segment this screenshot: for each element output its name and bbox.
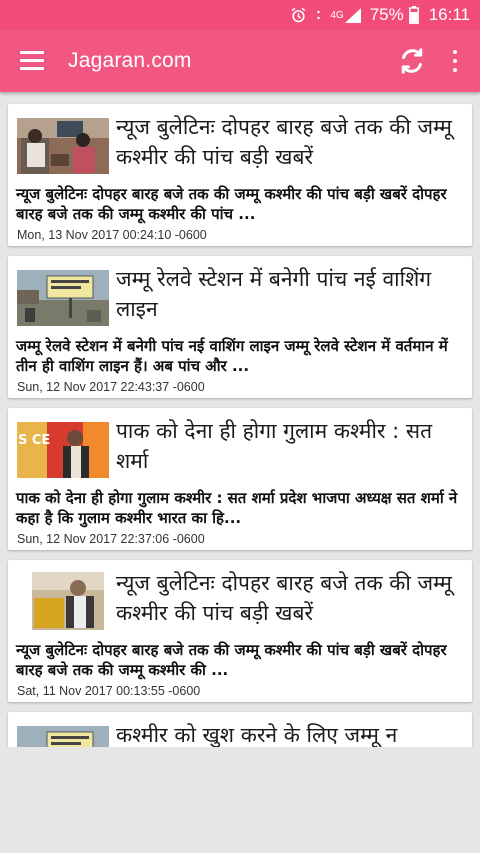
article-headline[interactable]: जम्मू रेलवे स्टेशन में बनेगी पांच नई वाश… (116, 264, 464, 324)
status-bar: 4G 75% 16:11 (0, 0, 480, 30)
article-date: Mon, 13 Nov 2017 00:24:10 -0600 (17, 228, 207, 242)
news-thumbnail (17, 118, 109, 174)
article-date: Sun, 12 Nov 2017 22:37:06 -0600 (17, 532, 205, 546)
battery-icon (408, 6, 419, 24)
article-description: न्यूज बुलेटिनः दोपहर बारह बजे तक की जम्म… (16, 185, 447, 223)
network-type: 4G (330, 9, 344, 21)
article-description: पाक को देना ही होगा गुलाम कश्मीर : सत शर… (16, 489, 458, 527)
svg-text:S CE: S CE (18, 433, 50, 448)
news-card[interactable]: न्यूज बुलेटिनः दोपहर बारह बजे तक की जम्म… (8, 104, 472, 246)
alarm-icon (290, 7, 307, 24)
article-date: Sun, 12 Nov 2017 22:43:37 -0600 (17, 380, 205, 394)
refresh-icon[interactable] (398, 47, 426, 75)
article-headline[interactable]: न्यूज बुलेटिनः दोपहर बारह बजे तक की जम्म… (116, 112, 464, 172)
news-thumbnail (32, 572, 104, 630)
battery-level: 75% (369, 5, 404, 24)
news-card[interactable]: S CE पाक को देना ही होगा गुलाम कश्मीर : … (8, 408, 472, 550)
app-title: Jagaran.com (68, 49, 192, 72)
news-feed[interactable]: न्यूज बुलेटिनः दोपहर बारह बजे तक की जम्म… (0, 92, 480, 747)
article-headline[interactable]: पाक को देना ही होगा गुलाम कश्मीर : सत शर… (116, 416, 464, 476)
news-card[interactable]: जम्मू रेलवे स्टेशन में बनेगी पांच नई वाश… (8, 256, 472, 398)
article-headline[interactable]: कश्मीर को खुश करने के लिए जम्मू न (116, 720, 464, 747)
news-thumbnail (17, 270, 109, 326)
app-bar: Jagaran.com (0, 30, 480, 92)
article-date: Sat, 11 Nov 2017 00:13:55 -0600 (17, 684, 201, 698)
signal-icon: 4G (324, 7, 361, 24)
more-vert-icon[interactable] (452, 50, 458, 72)
app-bar-actions (398, 47, 480, 75)
article-headline[interactable]: न्यूज बुलेटिनः दोपहर बारह बजे तक की जम्म… (116, 568, 464, 628)
vibrate-icon (315, 8, 322, 22)
menu-icon[interactable] (20, 51, 46, 71)
article-description: न्यूज बुलेटिनः दोपहर बारह बजे तक की जम्म… (16, 641, 447, 679)
article-description: जम्मू रेलवे स्टेशन में बनेगी पांच नई वाश… (16, 337, 448, 375)
news-card[interactable]: कश्मीर को खुश करने के लिए जम्मू न (8, 712, 472, 747)
clock-time: 16:11 (428, 5, 470, 24)
news-thumbnail: S CE (17, 422, 109, 478)
news-card[interactable]: न्यूज बुलेटिनः दोपहर बारह बजे तक की जम्म… (8, 560, 472, 702)
news-thumbnail (17, 726, 109, 747)
